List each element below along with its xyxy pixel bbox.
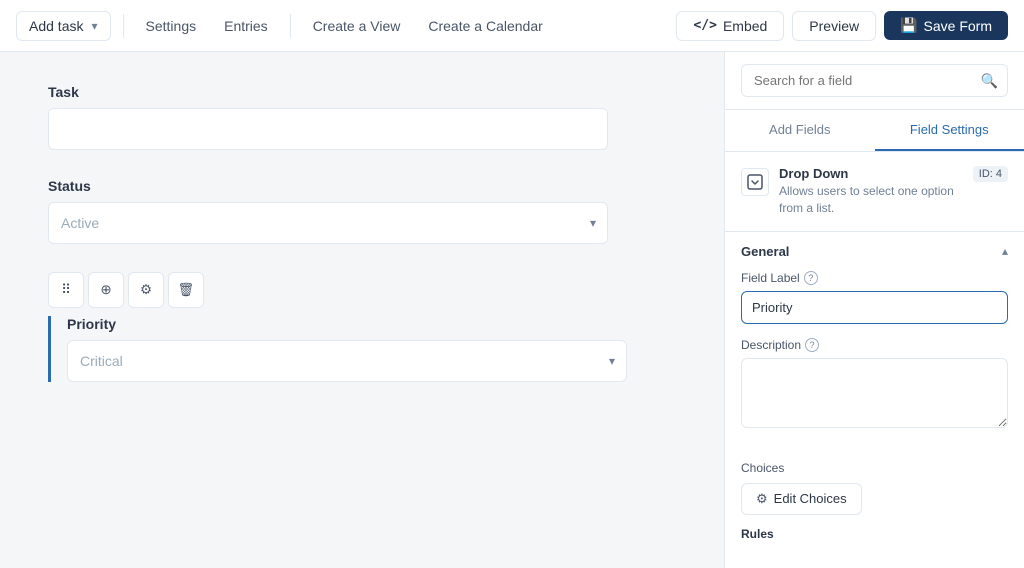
save-disk-icon: 💾 <box>900 17 917 34</box>
trash-icon: 🗑 <box>178 282 195 298</box>
add-field-button[interactable]: ⊕ <box>88 272 124 308</box>
description-label: Description ? <box>741 338 1008 352</box>
settings-sliders-icon: ⚙ <box>140 282 152 298</box>
embed-button[interactable]: </> Embed <box>676 11 784 41</box>
add-task-chevron-icon: ▾ <box>91 19 97 33</box>
nav-divider-1 <box>123 14 124 38</box>
edit-choices-button[interactable]: ⚙ Edit Choices <box>741 483 862 515</box>
description-help-icon[interactable]: ? <box>805 338 819 352</box>
top-nav: Add task ▾ Settings Entries Create a Vie… <box>0 0 1024 52</box>
general-section-body: Field Label ? Description ? <box>725 271 1024 461</box>
rules-section: Rules <box>725 527 1024 549</box>
delete-field-button[interactable]: 🗑 <box>168 272 204 308</box>
search-icon: 🔍 <box>981 72 998 89</box>
status-select[interactable]: Active <box>48 202 608 244</box>
description-group: Description ? <box>741 338 1008 431</box>
tab-add-fields[interactable]: Add Fields <box>725 110 875 151</box>
embed-label: Embed <box>723 18 767 34</box>
general-section-header[interactable]: General ▴ <box>725 232 1024 271</box>
field-label-input[interactable] <box>741 291 1008 324</box>
settings-field-button[interactable]: ⚙ <box>128 272 164 308</box>
priority-select[interactable]: Critical <box>67 340 627 382</box>
preview-button[interactable]: Preview <box>792 11 876 41</box>
add-field-icon: ⊕ <box>100 282 111 298</box>
search-input-wrap: 🔍 <box>741 64 1008 97</box>
priority-select-wrapper: Critical ▾ <box>67 340 627 382</box>
rules-label: Rules <box>725 527 1024 549</box>
gear-icon: ⚙ <box>756 491 768 507</box>
create-calendar-nav-link[interactable]: Create a Calendar <box>418 12 552 40</box>
priority-field-block: Priority Critical ▾ <box>48 316 676 382</box>
field-type-card: Drop Down Allows users to select one opt… <box>725 152 1024 232</box>
add-task-label: Add task <box>29 18 83 34</box>
panel-tabs: Add Fields Field Settings <box>725 110 1024 152</box>
status-select-wrapper: Active ▾ <box>48 202 608 244</box>
embed-code-icon: </> <box>693 18 716 33</box>
save-form-button[interactable]: 💾 Save Form <box>884 11 1008 40</box>
choices-label: Choices <box>725 461 1024 475</box>
add-task-button[interactable]: Add task ▾ <box>16 11 111 41</box>
entries-nav-link[interactable]: Entries <box>214 12 278 40</box>
settings-nav-link[interactable]: Settings <box>136 12 207 40</box>
field-type-description: Allows users to select one option from a… <box>779 183 963 217</box>
edit-choices-label: Edit Choices <box>774 491 847 506</box>
field-toolbar: ⠿ ⊕ ⚙ 🗑 <box>48 272 676 308</box>
choices-section: Choices ⚙ Edit Choices <box>725 461 1024 527</box>
task-input[interactable] <box>48 108 608 150</box>
task-field-label: Task <box>48 84 676 100</box>
field-label-group: Field Label ? <box>741 271 1008 324</box>
status-field-label: Status <box>48 178 676 194</box>
general-section-label: General <box>741 244 789 259</box>
create-view-nav-link[interactable]: Create a View <box>303 12 411 40</box>
search-box: 🔍 <box>725 52 1024 110</box>
description-textarea[interactable] <box>741 358 1008 428</box>
field-type-info: Drop Down Allows users to select one opt… <box>779 166 963 217</box>
general-section-chevron-icon: ▴ <box>1002 244 1008 258</box>
drag-dots-icon: ⠿ <box>61 282 71 298</box>
tab-field-settings[interactable]: Field Settings <box>875 110 1024 151</box>
status-field-block: Status Active ▾ <box>48 178 676 244</box>
right-panel: 🔍 Add Fields Field Settings Drop Down Al… <box>724 52 1024 568</box>
field-label-label: Field Label ? <box>741 271 1008 285</box>
drag-handle-button[interactable]: ⠿ <box>48 272 84 308</box>
field-type-name: Drop Down <box>779 166 963 181</box>
main-layout: Task Status Active ▾ ⠿ ⊕ ⚙ <box>0 52 1024 568</box>
task-field-block: Task <box>48 84 676 150</box>
nav-divider-2 <box>290 14 291 38</box>
field-id-badge: ID: 4 <box>973 166 1008 182</box>
search-field-input[interactable] <box>741 64 1008 97</box>
priority-field-label: Priority <box>67 316 676 332</box>
field-label-help-icon[interactable]: ? <box>804 271 818 285</box>
save-label: Save Form <box>924 18 992 34</box>
dropdown-field-icon <box>741 168 769 196</box>
form-area: Task Status Active ▾ ⠿ ⊕ ⚙ <box>0 52 724 568</box>
